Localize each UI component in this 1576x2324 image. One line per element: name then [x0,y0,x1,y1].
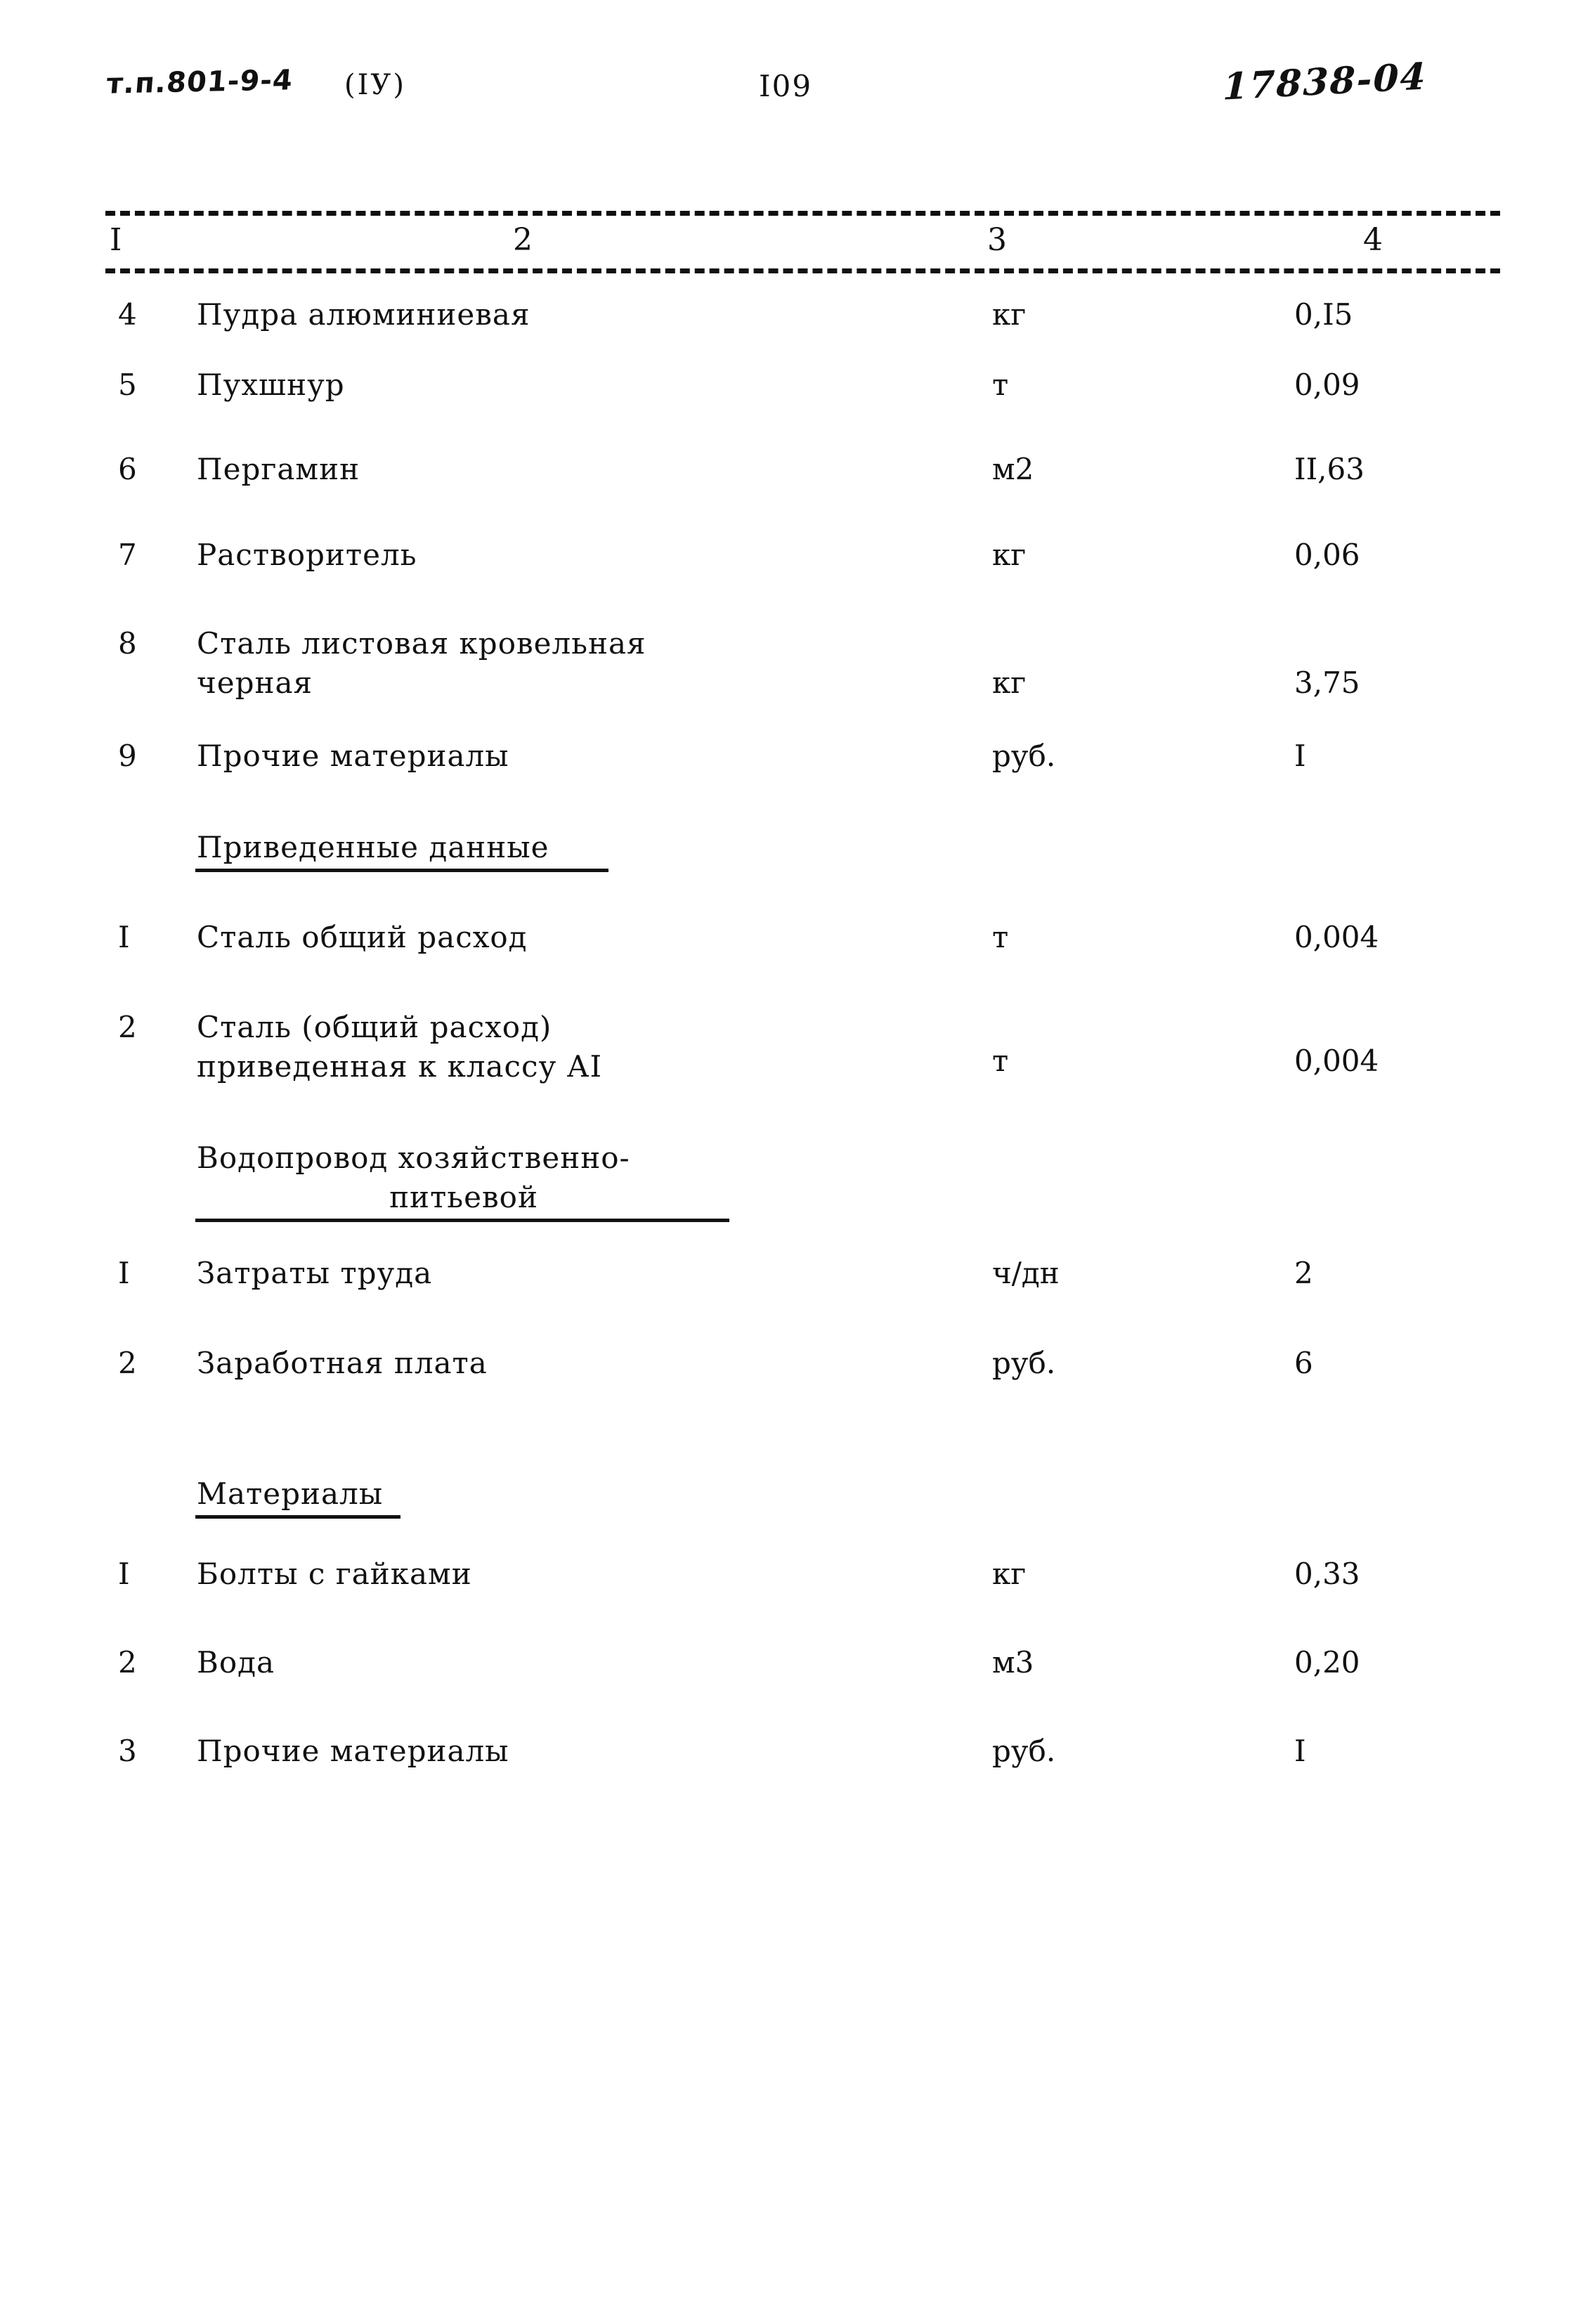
row-number: 4 [118,297,137,332]
section-heading-privedennye-dannye: Приведенные данные [0,828,1576,918]
row-number: 3 [118,1734,137,1768]
section-heading-label: Материалы [197,1476,384,1511]
section-heading-underline [195,1219,729,1222]
row-number: 2 [118,1645,137,1680]
row-value: 0,I5 [1294,297,1353,332]
row-name: Сталь листовая кровельная черная [197,626,646,700]
section-heading-underline [195,869,608,872]
table-row: 5 Пухшнур т 0,09 [0,365,1576,450]
row-name: Затраты труда [197,1256,433,1290]
row-unit: кг [992,538,1027,572]
page-header: т.п.801-9-4 (IУ) I09 17838-04 [0,55,1576,131]
row-unit: руб. [992,739,1056,773]
table-row: I Сталь общий расход т 0,004 [0,918,1576,1008]
document-page: т.п.801-9-4 (IУ) I09 17838-04 I 2 3 4 4 … [0,0,1576,2324]
row-unit: т [992,920,1009,954]
row-name: Пухшнур [197,368,345,402]
row-unit: руб. [992,1346,1056,1380]
row-value: 0,06 [1294,538,1360,572]
row-number: I [118,1256,130,1290]
row-unit: м3 [992,1645,1034,1680]
table-column-headers: I 2 3 4 [105,219,1500,266]
table-row: 2 Сталь (общий расход) приведенная к кла… [0,1008,1576,1113]
row-unit: руб. [992,1734,1056,1768]
row-unit: кг [992,297,1027,332]
row-name: Прочие материалы [197,739,509,773]
row-value: 0,33 [1294,1557,1360,1591]
row-value: 0,20 [1294,1645,1360,1680]
section-heading-materialy: Материалы [0,1435,1576,1554]
row-unit: т [992,1044,1009,1078]
row-number: 9 [118,739,137,773]
page-number: I09 [759,69,813,103]
row-value: 6 [1294,1346,1313,1380]
table-row: 7 Растворитель кг 0,06 [0,535,1576,624]
row-name: Вода [197,1645,275,1680]
row-name: Растворитель [197,538,417,572]
row-name: Болты с гайками [197,1557,472,1591]
section-heading-underline [195,1515,400,1519]
archive-code-handwritten: 17838-04 [1222,55,1428,109]
column-header-1: I [110,222,122,258]
table-row: I Болты с гайками кг 0,33 [0,1554,1576,1643]
table-row: I Затраты труда ч/дн 2 [0,1254,1576,1344]
document-code: т.п.801-9-4 [105,64,294,100]
row-value: 2 [1294,1256,1313,1290]
row-number: 2 [118,1346,137,1380]
section-heading-label-line1: Водопровод хозяйственно- [197,1141,630,1175]
table-row: 3 Прочие материалы руб. I [0,1732,1576,1820]
row-number: I [118,920,130,954]
row-number: 7 [118,538,137,572]
table-row: 6 Пергамин м2 II,63 [0,450,1576,535]
row-number: 5 [118,368,137,402]
row-number: 2 [118,1010,137,1044]
row-number: 8 [118,626,137,661]
row-value: 3,75 [1294,666,1360,700]
row-value: I [1294,739,1306,773]
table-row: 4 Пудра алюминиевая кг 0,I5 [0,295,1576,365]
row-number: I [118,1557,130,1591]
table-row: 9 Прочие материалы руб. I [0,736,1576,828]
row-value: 0,004 [1294,1044,1379,1078]
column-header-2: 2 [513,222,533,258]
row-unit: кг [992,1557,1027,1591]
row-unit: ч/дн [992,1256,1060,1290]
column-header-3: 3 [987,222,1007,258]
row-value: I [1294,1734,1306,1768]
row-value: 0,004 [1294,920,1379,954]
table-rule-top [105,211,1500,216]
document-variant: (IУ) [344,69,406,101]
row-name: Сталь общий расход [197,920,528,954]
row-unit: кг [992,666,1027,700]
table-row: 2 Заработная плата руб. 6 [0,1344,1576,1435]
row-name: Пудра алюминиевая [197,297,530,332]
table-row: 8 Сталь листовая кровельная черная кг 3,… [0,624,1576,736]
row-name: Прочие материалы [197,1734,509,1768]
table-body: 4 Пудра алюминиевая кг 0,I5 5 Пухшнур т … [0,295,1576,1820]
row-unit: м2 [992,452,1034,486]
table-rule-bottom [105,268,1500,273]
row-name: Сталь (общий расход) приведенная к класс… [197,1010,603,1084]
row-name: Пергамин [197,452,360,486]
section-heading-vodoprovod: Водопровод хозяйственно- питьевой [0,1113,1576,1254]
row-value: II,63 [1294,452,1365,486]
row-value: 0,09 [1294,368,1360,402]
section-heading-label: Приведенные данные [197,830,549,864]
section-heading-label-line2: питьевой [389,1180,538,1214]
table-row: 2 Вода м3 0,20 [0,1643,1576,1732]
row-number: 6 [118,452,137,486]
row-unit: т [992,368,1009,402]
column-header-4: 4 [1363,222,1383,258]
row-name: Заработная плата [197,1346,488,1380]
